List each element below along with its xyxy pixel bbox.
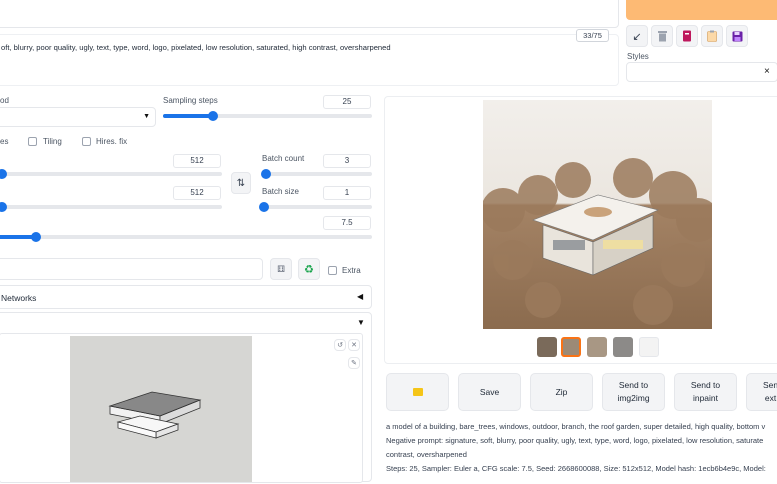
clear-image-button[interactable]: ✕	[348, 339, 360, 351]
hires-fix-checkbox[interactable]	[82, 137, 91, 146]
output-gallery	[384, 96, 777, 364]
recycle-icon: ♻	[304, 263, 314, 276]
generation-info-params: Steps: 25, Sampler: Euler a, CFG scale: …	[386, 464, 766, 473]
slider-thumb[interactable]	[0, 202, 7, 212]
caret-down-icon: ▼	[357, 318, 365, 327]
undo-icon: ↺	[337, 342, 343, 349]
edit-image-button[interactable]: ✎	[348, 357, 360, 369]
send-to-img2img-button[interactable]: Send to img2img	[602, 373, 665, 411]
tiling-checkbox[interactable]	[28, 137, 37, 146]
slider-thumb[interactable]	[0, 169, 7, 179]
batch-count-slider[interactable]	[261, 169, 372, 179]
input-image	[70, 336, 252, 482]
token-counter: 33/75	[576, 29, 609, 42]
sampling-steps-slider[interactable]	[163, 111, 372, 121]
controlnet-accordion[interactable]: ▼ ↺ ✕ ✎	[0, 312, 372, 483]
arrow-check-icon: ↙	[632, 30, 642, 43]
height-slider[interactable]	[0, 202, 222, 212]
floppy-icon	[732, 31, 742, 41]
architecture-model-image	[483, 158, 712, 325]
styles-label: Styles	[627, 52, 649, 61]
height-input[interactable]: 512	[173, 186, 221, 200]
hires-fix-label: Hires. fix	[96, 137, 128, 146]
generate-button[interactable]	[626, 0, 777, 20]
chevron-down-icon: ▼	[143, 113, 150, 120]
slider-fill	[163, 114, 214, 118]
folder-icon	[412, 388, 423, 396]
slider-thumb[interactable]	[208, 111, 219, 121]
restore-faces-label: es	[0, 137, 9, 146]
slider-thumb[interactable]	[30, 232, 41, 242]
batch-count-input[interactable]: 3	[323, 154, 371, 168]
slider-thumb[interactable]	[259, 202, 269, 212]
book-icon	[683, 30, 691, 42]
swap-icon: ⇅	[236, 177, 246, 189]
apply-style-button[interactable]	[701, 25, 723, 47]
batch-size-slider[interactable]	[259, 202, 372, 212]
undo-image-button[interactable]: ↺	[334, 339, 346, 351]
random-seed-button[interactable]: ⚅	[270, 258, 292, 280]
width-input[interactable]: 512	[173, 154, 221, 168]
networks-accordion[interactable]: Networks ◀	[0, 285, 372, 309]
sampling-method-dropdown[interactable]: ▼	[0, 107, 156, 127]
batch-size-input[interactable]: 1	[323, 186, 371, 200]
cfg-scale-input[interactable]: 7.5	[323, 216, 371, 230]
extra-checkbox[interactable]	[328, 266, 337, 275]
extra-networks-button[interactable]	[676, 25, 698, 47]
send-to-extras-button[interactable]: Sen ext	[746, 373, 777, 411]
batch-count-label: Batch count	[262, 154, 305, 163]
send-to-inpaint-button[interactable]: Send to inpaint	[674, 373, 737, 411]
gallery-thumbnail[interactable]	[613, 337, 633, 357]
prompt-input[interactable]	[0, 0, 619, 28]
caret-left-icon: ◀	[357, 292, 364, 301]
generation-info-negative: Negative prompt: signature, soft, blurry…	[386, 436, 764, 445]
swap-dimensions-button[interactable]: ⇅	[231, 172, 251, 194]
slider-thumb[interactable]	[261, 169, 272, 179]
tiling-label: Tiling	[43, 137, 62, 146]
sampling-method-label: od	[0, 96, 9, 105]
negative-prompt-text: oft, blurry, poor quality, ugly, text, t…	[1, 43, 391, 52]
close-icon: ✕	[351, 342, 357, 349]
sampling-steps-input[interactable]: 25	[323, 95, 371, 109]
zip-button[interactable]: Zip	[530, 373, 593, 411]
open-folder-button[interactable]	[386, 373, 449, 411]
networks-label: Networks	[1, 293, 37, 303]
gallery-thumbnail[interactable]	[537, 337, 557, 357]
image-input-box[interactable]: ↺ ✕ ✎	[0, 333, 363, 483]
save-button[interactable]: Save	[458, 373, 521, 411]
trash-icon	[657, 31, 667, 42]
seed-input[interactable]	[0, 258, 263, 280]
gallery-thumbnail[interactable]	[639, 337, 659, 357]
clipboard-icon	[707, 30, 717, 42]
styles-clear-icon[interactable]: ×	[764, 66, 770, 77]
save-style-button[interactable]	[726, 25, 748, 47]
gallery-thumbnail-selected[interactable]	[561, 337, 581, 357]
width-slider[interactable]	[0, 169, 222, 179]
dice-icon: ⚅	[277, 263, 285, 274]
sketch-model-image	[108, 391, 202, 439]
generation-info-prompt: a model of a building, bare_trees, windo…	[386, 422, 766, 431]
styles-dropdown[interactable]: ×	[626, 62, 777, 82]
sampling-steps-label: Sampling steps	[163, 96, 218, 105]
read-params-button[interactable]: ↙	[626, 25, 648, 47]
negative-prompt-input[interactable]: oft, blurry, poor quality, ugly, text, t…	[0, 34, 619, 86]
generated-image[interactable]	[483, 100, 712, 329]
reuse-seed-button[interactable]: ♻	[298, 258, 320, 280]
cfg-scale-slider[interactable]	[0, 232, 372, 242]
generation-info-negative-cont: contrast, oversharpened	[386, 450, 467, 459]
gallery-thumbnail[interactable]	[587, 337, 607, 357]
trash-button[interactable]	[651, 25, 673, 47]
batch-size-label: Batch size	[262, 187, 299, 196]
extra-label: Extra	[342, 266, 361, 275]
brush-icon: ✎	[351, 360, 357, 367]
